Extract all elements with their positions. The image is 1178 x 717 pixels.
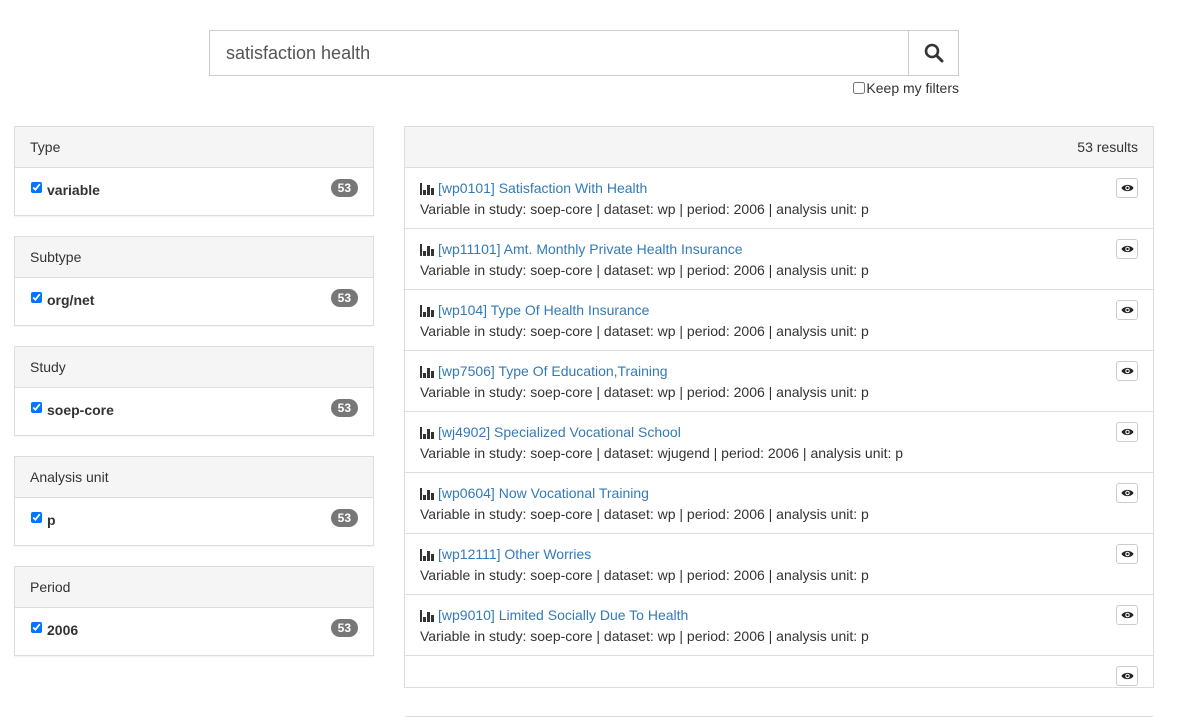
facet-heading: Subtype [15, 237, 373, 278]
result-item: [wp0101] Satisfaction With Health Variabl… [405, 168, 1153, 229]
bar-chart-icon [420, 548, 434, 561]
result-title-row: [wj4902] Specialized Vocational School [420, 424, 681, 440]
eye-icon [1120, 549, 1134, 559]
count-badge: 53 [330, 179, 358, 197]
facet-checkbox[interactable] [31, 292, 42, 303]
result-meta: Variable in study: soep-core | dataset: … [420, 201, 869, 217]
result-title-link[interactable]: [wp104] Type Of Health Insurance [438, 302, 649, 318]
facet-checkbox[interactable] [31, 512, 42, 523]
facet-option-label[interactable]: org/net [47, 292, 94, 308]
search-button[interactable] [908, 31, 958, 75]
preview-button[interactable] [1116, 544, 1138, 564]
result-item: [wp7506] Type Of Education,Training Varia… [405, 351, 1153, 412]
result-item [405, 656, 1153, 717]
result-title-row: [wp104] Type Of Health Insurance [420, 302, 649, 318]
facet-heading: Type [15, 127, 373, 168]
keep-filters-checkbox[interactable] [853, 82, 866, 94]
result-item: [wp0604] Now Vocational Training Variable… [405, 473, 1153, 534]
bar-chart-icon [420, 182, 434, 195]
keep-filters[interactable]: Keep my filters [853, 80, 959, 96]
eye-icon [1120, 610, 1134, 620]
facet-option-label[interactable]: 2006 [47, 622, 78, 638]
preview-button[interactable] [1116, 666, 1138, 686]
keep-filters-label: Keep my filters [866, 80, 959, 96]
facet-heading: Analysis unit [15, 457, 373, 498]
count-badge: 53 [330, 509, 358, 527]
preview-button[interactable] [1116, 483, 1138, 503]
preview-button[interactable] [1116, 239, 1138, 259]
facet-checkbox[interactable] [31, 182, 42, 193]
result-item: [wj4902] Specialized Vocational School Va… [405, 412, 1153, 473]
result-title-row: [wp9010] Limited Socially Due To Health [420, 607, 688, 623]
facet-option-label[interactable]: variable [47, 182, 100, 198]
result-title-link[interactable]: [wj4902] Specialized Vocational School [438, 424, 681, 440]
preview-button[interactable] [1116, 422, 1138, 442]
facet-heading: Study [15, 347, 373, 388]
facet-option-label[interactable]: soep-core [47, 402, 114, 418]
result-item: [wp12111] Other Worries Variable in study… [405, 534, 1153, 595]
search-icon [924, 43, 943, 63]
bar-chart-icon [420, 365, 434, 378]
facet-checkbox[interactable] [31, 402, 42, 413]
facet-heading: Period [15, 567, 373, 608]
bar-chart-icon [420, 426, 434, 439]
result-item: [wp104] Type Of Health Insurance Variable… [405, 290, 1153, 351]
result-title-link[interactable]: [wp11101] Amt. Monthly Private Health In… [438, 241, 743, 257]
preview-button[interactable] [1116, 605, 1138, 625]
count-badge: 53 [330, 399, 358, 417]
facet-checkbox[interactable] [31, 622, 42, 633]
eye-icon [1120, 244, 1134, 254]
preview-button[interactable] [1116, 178, 1138, 198]
eye-icon [1120, 305, 1134, 315]
result-title-link[interactable]: [wp9010] Limited Socially Due To Health [438, 607, 688, 623]
search-input[interactable] [210, 31, 908, 75]
results-count: 53 results [405, 127, 1153, 168]
result-meta: Variable in study: soep-core | dataset: … [420, 262, 869, 278]
result-title-link[interactable]: [wp0101] Satisfaction With Health [438, 180, 647, 196]
result-title-row: [wp12111] Other Worries [420, 546, 591, 562]
facet-period: Period 2006 53 [14, 566, 374, 656]
result-list: [wp0101] Satisfaction With Health Variabl… [405, 168, 1153, 717]
result-title-link[interactable]: [wp0604] Now Vocational Training [438, 485, 649, 501]
result-title-row: [wp7506] Type Of Education,Training [420, 363, 668, 379]
count-badge: 53 [330, 619, 358, 637]
result-meta: Variable in study: soep-core | dataset: … [420, 506, 869, 522]
eye-icon [1120, 671, 1134, 681]
result-meta: Variable in study: soep-core | dataset: … [420, 628, 869, 644]
eye-icon [1120, 427, 1134, 437]
facet-study: Study soep-core 53 [14, 346, 374, 436]
facet-type: Type variable 53 [14, 126, 374, 216]
result-meta: Variable in study: soep-core | dataset: … [420, 567, 869, 583]
result-meta: Variable in study: soep-core | dataset: … [420, 445, 904, 461]
search-box [209, 30, 959, 76]
count-badge: 53 [330, 289, 358, 307]
facet-analysis-unit: Analysis unit p 53 [14, 456, 374, 546]
eye-icon [1120, 183, 1134, 193]
results-panel: 53 results [wp0101] Satisfaction With He… [404, 126, 1154, 717]
result-meta: Variable in study: soep-core | dataset: … [420, 323, 869, 339]
facet-subtype: Subtype org/net 53 [14, 236, 374, 326]
bar-chart-icon [420, 487, 434, 500]
preview-button[interactable] [1116, 300, 1138, 320]
result-title-link[interactable]: [wp7506] Type Of Education,Training [438, 363, 668, 379]
result-title-link[interactable]: [wp12111] Other Worries [438, 546, 591, 562]
result-title-row: [wp11101] Amt. Monthly Private Health In… [420, 241, 743, 257]
bar-chart-icon [420, 304, 434, 317]
result-title-row: [wp0604] Now Vocational Training [420, 485, 649, 501]
bar-chart-icon [420, 243, 434, 256]
result-meta: Variable in study: soep-core | dataset: … [420, 384, 869, 400]
result-item: [wp9010] Limited Socially Due To Health V… [405, 595, 1153, 656]
bar-chart-icon [420, 609, 434, 622]
eye-icon [1120, 488, 1134, 498]
result-title-row: [wp0101] Satisfaction With Health [420, 180, 647, 196]
facet-option-label[interactable]: p [47, 512, 56, 528]
preview-button[interactable] [1116, 361, 1138, 381]
eye-icon [1120, 366, 1134, 376]
result-item: [wp11101] Amt. Monthly Private Health In… [405, 229, 1153, 290]
